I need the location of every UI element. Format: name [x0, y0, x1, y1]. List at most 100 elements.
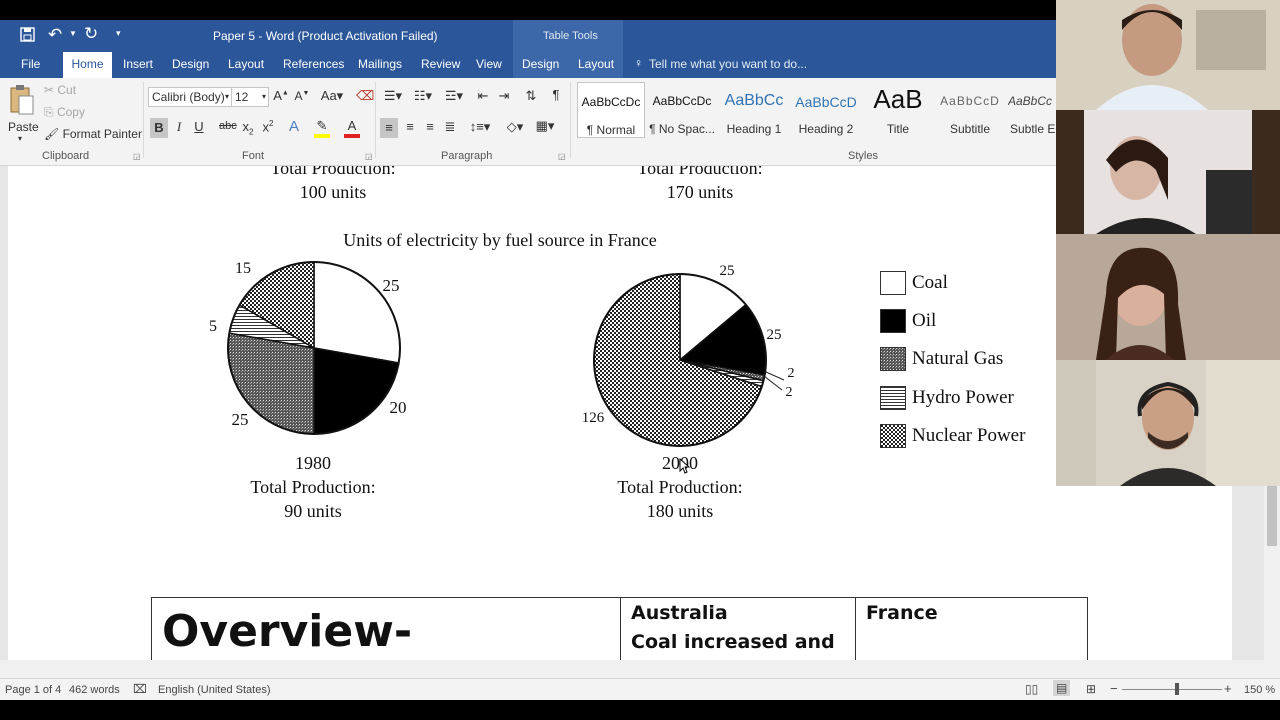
web-layout-icon[interactable]: ⊞	[1086, 682, 1096, 696]
style-preview: AaB	[873, 84, 923, 114]
font-name-value: Calibri (Body)	[152, 90, 225, 104]
change-case-icon[interactable]: Aa▾	[320, 88, 344, 104]
style-normal[interactable]: AaBbCcDc ¶ Normal	[577, 82, 645, 138]
ribbon-home: Paste ▾ ✂ Cut ⎘ Copy 🖌 Format Painter Cl…	[0, 78, 1058, 166]
cut-button[interactable]: ✂ Cut	[44, 83, 76, 97]
paragraph-launcher-icon[interactable]: ◲	[558, 152, 566, 161]
line-spacing-icon[interactable]: ↕≡▾	[468, 119, 492, 135]
shading-icon[interactable]: ◇▾	[505, 119, 525, 135]
redo-icon[interactable]: ↻	[84, 24, 98, 44]
paste-icon	[10, 85, 34, 115]
customize-quick-access-icon[interactable]: ▾	[116, 28, 121, 39]
zoom-slider[interactable]	[1122, 689, 1222, 690]
decrease-indent-icon[interactable]: ⇤	[475, 88, 491, 104]
scrollbar-thumb[interactable]	[1267, 486, 1277, 546]
style-heading-2[interactable]: AaBbCcD Heading 2	[792, 82, 860, 138]
justify-icon[interactable]: ≣	[442, 119, 458, 135]
show-formatting-icon[interactable]: ¶	[548, 87, 564, 102]
style-no-spacing[interactable]: AaBbCcDc ¶ No Spac...	[648, 82, 716, 138]
style-preview: AaBbCcD	[795, 94, 857, 110]
font-size-select[interactable]: 12 ▾	[231, 87, 269, 107]
print-layout-icon[interactable]: ▤	[1053, 680, 1071, 696]
highlight-icon[interactable]: ✎	[314, 118, 330, 138]
text-effects-icon[interactable]: A	[286, 118, 302, 135]
participant-video-2[interactable]	[1056, 110, 1280, 234]
undo-icon[interactable]: ↶	[48, 25, 62, 45]
copy-button[interactable]: ⎘ Copy	[44, 105, 85, 120]
style-name: Heading 1	[726, 122, 782, 136]
paste-button[interactable]: Paste ▾	[6, 82, 39, 146]
zoom-out-icon[interactable]: −	[1110, 681, 1118, 696]
screen-top-strip	[0, 0, 1056, 20]
tab-insert[interactable]: Insert	[123, 57, 153, 71]
font-launcher-icon[interactable]: ◲	[365, 152, 373, 161]
participant-video-4[interactable]	[1056, 360, 1280, 486]
chevron-down-icon: ▾	[224, 92, 229, 101]
proofing-icon[interactable]: ⌧	[133, 682, 147, 696]
increase-indent-icon[interactable]: ⇥	[496, 88, 512, 104]
page-count[interactable]: Page 1 of 4	[5, 684, 61, 696]
grow-font-icon[interactable]: A▲	[273, 88, 289, 103]
legend-label-hydro: Hydro Power	[912, 387, 1014, 408]
style-subtitle[interactable]: AaBbCcD Subtitle	[936, 82, 1004, 138]
style-subtle-emphasis[interactable]: AaBbCc Subtle Em	[1008, 82, 1058, 138]
read-mode-icon[interactable]: ▯▯	[1025, 682, 1038, 696]
participant-video-3[interactable]	[1056, 234, 1280, 360]
underline-icon[interactable]: U	[191, 119, 207, 134]
sort-icon[interactable]: ⇅	[523, 88, 539, 104]
borders-icon[interactable]: ▦▾	[532, 118, 558, 134]
pie-1980-label-coal: 25	[382, 276, 400, 295]
clipboard-launcher-icon[interactable]: ◲	[133, 152, 141, 161]
tab-mailings[interactable]: Mailings	[358, 57, 402, 71]
table-cell-australia[interactable]: Australia Coal increased and	[620, 598, 855, 660]
zoom-in-icon[interactable]: +	[1224, 681, 1232, 696]
screen-bottom-strip	[0, 700, 1280, 720]
participant-video-1[interactable]	[1056, 0, 1280, 110]
bold-icon[interactable]: B	[150, 118, 168, 138]
subscript-icon[interactable]: x2	[240, 119, 256, 137]
zoom-level[interactable]: 150 %	[1244, 684, 1275, 696]
table-australia-title: Australia	[631, 602, 728, 624]
numbering-icon[interactable]: ☷▾	[412, 88, 434, 104]
table-australia-text: Coal increased and	[631, 631, 835, 653]
tab-layout[interactable]: Layout	[228, 57, 264, 71]
pie-1980-year: 1980	[295, 453, 331, 473]
tab-table-layout[interactable]: Layout	[578, 57, 614, 71]
style-name: Heading 2	[798, 122, 854, 136]
style-preview: AaBbCc	[724, 92, 784, 109]
style-heading-1[interactable]: AaBbCc Heading 1	[720, 82, 788, 138]
document-page[interactable]: Total Production: 100 units Total Produc…	[8, 166, 1232, 660]
shrink-font-icon[interactable]: A▼	[294, 89, 310, 103]
format-painter-label: Format Painter	[62, 127, 142, 141]
font-name-select[interactable]: Calibri (Body) ▾	[148, 87, 232, 107]
align-left-icon[interactable]: ≡	[380, 118, 398, 138]
tab-review[interactable]: Review	[421, 57, 460, 71]
superscript-icon[interactable]: x2	[260, 119, 276, 134]
document-table[interactable]: Overview- Australia Coal increased and F…	[151, 597, 1088, 660]
table-overview-heading[interactable]: Overview-	[162, 606, 412, 657]
bullets-icon[interactable]: ☰▾	[382, 88, 404, 104]
font-color-icon[interactable]: A	[344, 118, 360, 138]
tab-references[interactable]: References	[283, 57, 344, 71]
tab-file[interactable]: File	[21, 57, 40, 71]
style-title[interactable]: AaB Title	[864, 82, 932, 138]
italic-icon[interactable]: I	[171, 119, 187, 135]
clear-formatting-icon[interactable]: ⌫	[356, 88, 374, 104]
format-painter-button[interactable]: 🖌 Format Painter	[44, 127, 142, 141]
tab-design[interactable]: Design	[172, 57, 209, 71]
language[interactable]: English (United States)	[158, 684, 271, 696]
align-center-icon[interactable]: ≡	[402, 119, 418, 134]
style-name: Title	[886, 122, 910, 136]
table-cell-france[interactable]: France	[855, 598, 1088, 660]
multilevel-list-icon[interactable]: ☲▾	[443, 88, 465, 104]
strikethrough-icon[interactable]: abc	[219, 120, 237, 132]
tab-table-design[interactable]: Design	[522, 57, 559, 71]
save-icon[interactable]	[20, 27, 35, 46]
tab-view[interactable]: View	[476, 57, 502, 71]
tab-home[interactable]: Home	[63, 52, 112, 78]
align-right-icon[interactable]: ≡	[422, 119, 438, 134]
zoom-slider-thumb[interactable]	[1175, 683, 1179, 695]
tell-me-search[interactable]: Tell me what you want to do...	[649, 57, 807, 71]
word-count[interactable]: 462 words	[69, 684, 120, 696]
undo-dropdown-icon[interactable]: ▼	[69, 29, 77, 38]
